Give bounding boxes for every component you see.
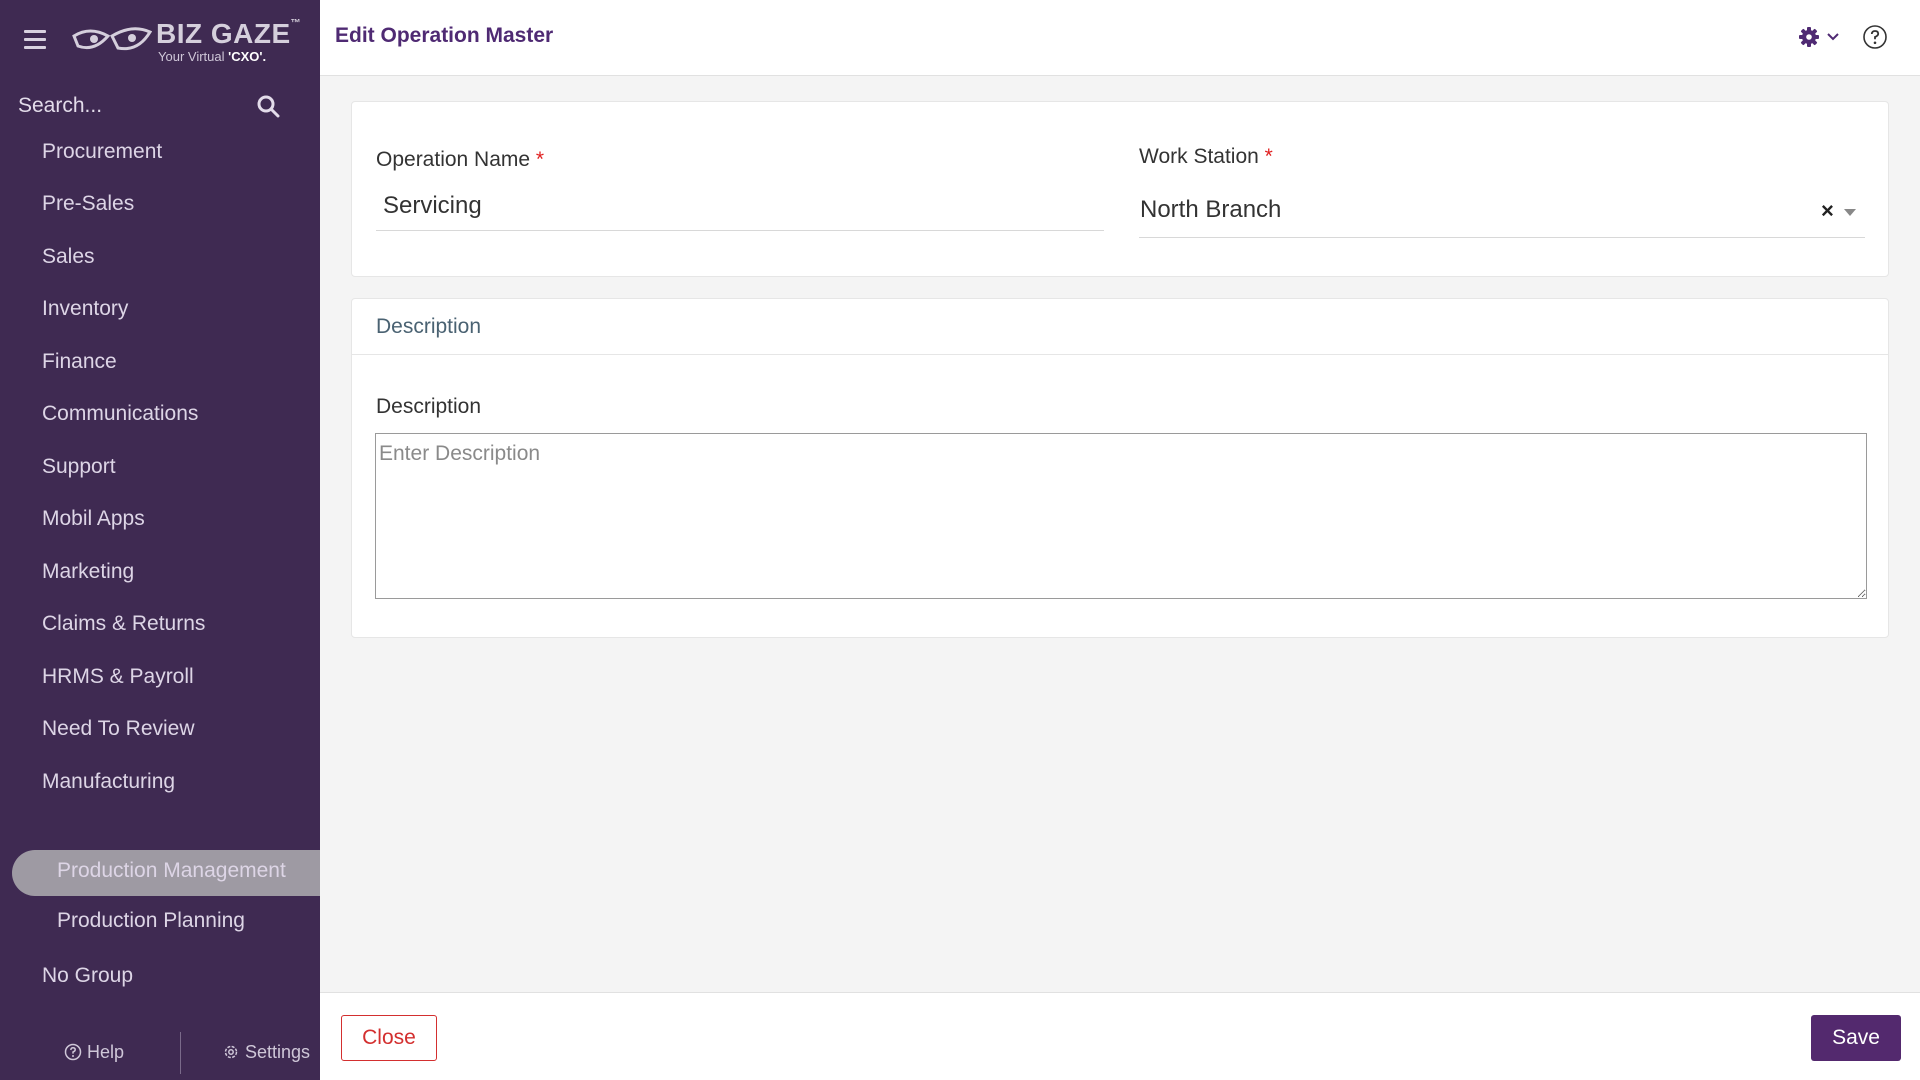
sidebar-item-pre-sales[interactable]: Pre-Sales [42, 192, 134, 216]
brand-tagline: Your Virtual 'CXO'. [158, 49, 267, 64]
required-marker: * [1264, 145, 1273, 168]
owl-eyes-logo-icon [72, 27, 152, 51]
sidebar: BIZ GAZE™ Your Virtual 'CXO'. Procuremen… [0, 0, 320, 1080]
sidebar-footer: Help Settings [0, 1030, 320, 1074]
gear-icon[interactable] [1798, 26, 1820, 48]
help-circle-icon [64, 1043, 82, 1061]
help-link[interactable]: Help [64, 1042, 124, 1063]
work-station-select[interactable]: North Branch × [1139, 188, 1865, 238]
help-icon[interactable] [1862, 24, 1888, 50]
sidebar-menu: Procurement Pre-Sales Sales Inventory Fi… [0, 128, 320, 994]
operation-name-input[interactable] [376, 181, 1104, 231]
sidebar-item-inventory[interactable]: Inventory [42, 297, 128, 321]
required-marker: * [535, 148, 545, 171]
sidebar-item-need-to-review[interactable]: Need To Review [42, 717, 195, 741]
sidebar-item-production-management[interactable]: Production Management [57, 859, 286, 883]
sidebar-item-sales[interactable]: Sales [42, 245, 95, 269]
sidebar-item-finance[interactable]: Finance [42, 350, 117, 374]
dropdown-arrow-icon[interactable] [1844, 209, 1856, 216]
sidebar-item-mobil-apps[interactable]: Mobil Apps [42, 507, 145, 531]
help-label: Help [87, 1042, 125, 1062]
clear-selection-icon[interactable]: × [1821, 198, 1834, 224]
description-label: Description [376, 395, 482, 418]
save-button[interactable]: Save [1811, 1015, 1901, 1061]
sidebar-item-production-planning[interactable]: Production Planning [57, 909, 245, 933]
page-title: Edit Operation Master [335, 24, 554, 47]
sidebar-header: BIZ GAZE™ Your Virtual 'CXO'. [0, 0, 320, 74]
operation-details-card: Operation Name * Work Station * North Br… [351, 101, 1889, 277]
sidebar-item-no-group[interactable]: No Group [42, 964, 133, 988]
description-section-title: Description [376, 315, 482, 338]
hamburger-menu-icon[interactable] [24, 30, 46, 50]
sidebar-item-hrms-payroll[interactable]: HRMS & Payroll [42, 665, 194, 689]
main-content: Edit Operation Master Operation Name * S… [320, 0, 1920, 1080]
sidebar-item-claims-returns[interactable]: Claims & Returns [42, 612, 205, 636]
description-textarea[interactable] [375, 433, 1867, 599]
sidebar-search [0, 84, 320, 128]
brand-name: BIZ GAZE™ [156, 18, 302, 49]
sidebar-search-input[interactable] [18, 84, 258, 128]
sidebar-item-marketing[interactable]: Marketing [42, 560, 134, 584]
settings-link[interactable]: Settings [222, 1042, 310, 1063]
search-icon[interactable] [256, 94, 280, 118]
settings-label: Settings [245, 1042, 311, 1062]
work-station-value: North Branch [1140, 196, 1282, 223]
footer-divider [180, 1032, 181, 1074]
brand-logo[interactable]: BIZ GAZE™ Your Virtual 'CXO'. [72, 18, 301, 68]
sidebar-item-communications[interactable]: Communications [42, 402, 198, 426]
description-section-header: Description [352, 299, 1888, 355]
sidebar-item-support[interactable]: Support [42, 455, 116, 479]
settings-gear-icon [224, 1045, 238, 1059]
page-footer: Close Save [320, 992, 1920, 1080]
close-button[interactable]: Close [341, 1015, 437, 1061]
chevron-down-icon[interactable] [1826, 32, 1840, 42]
sidebar-item-procurement[interactable]: Procurement [42, 140, 162, 164]
work-station-label: Work Station * [1139, 145, 1273, 168]
operation-name-label: Operation Name * [376, 148, 545, 171]
description-card: Description Description [351, 298, 1889, 638]
sidebar-item-manufacturing[interactable]: Manufacturing [42, 770, 175, 794]
page-header: Edit Operation Master [320, 0, 1920, 76]
